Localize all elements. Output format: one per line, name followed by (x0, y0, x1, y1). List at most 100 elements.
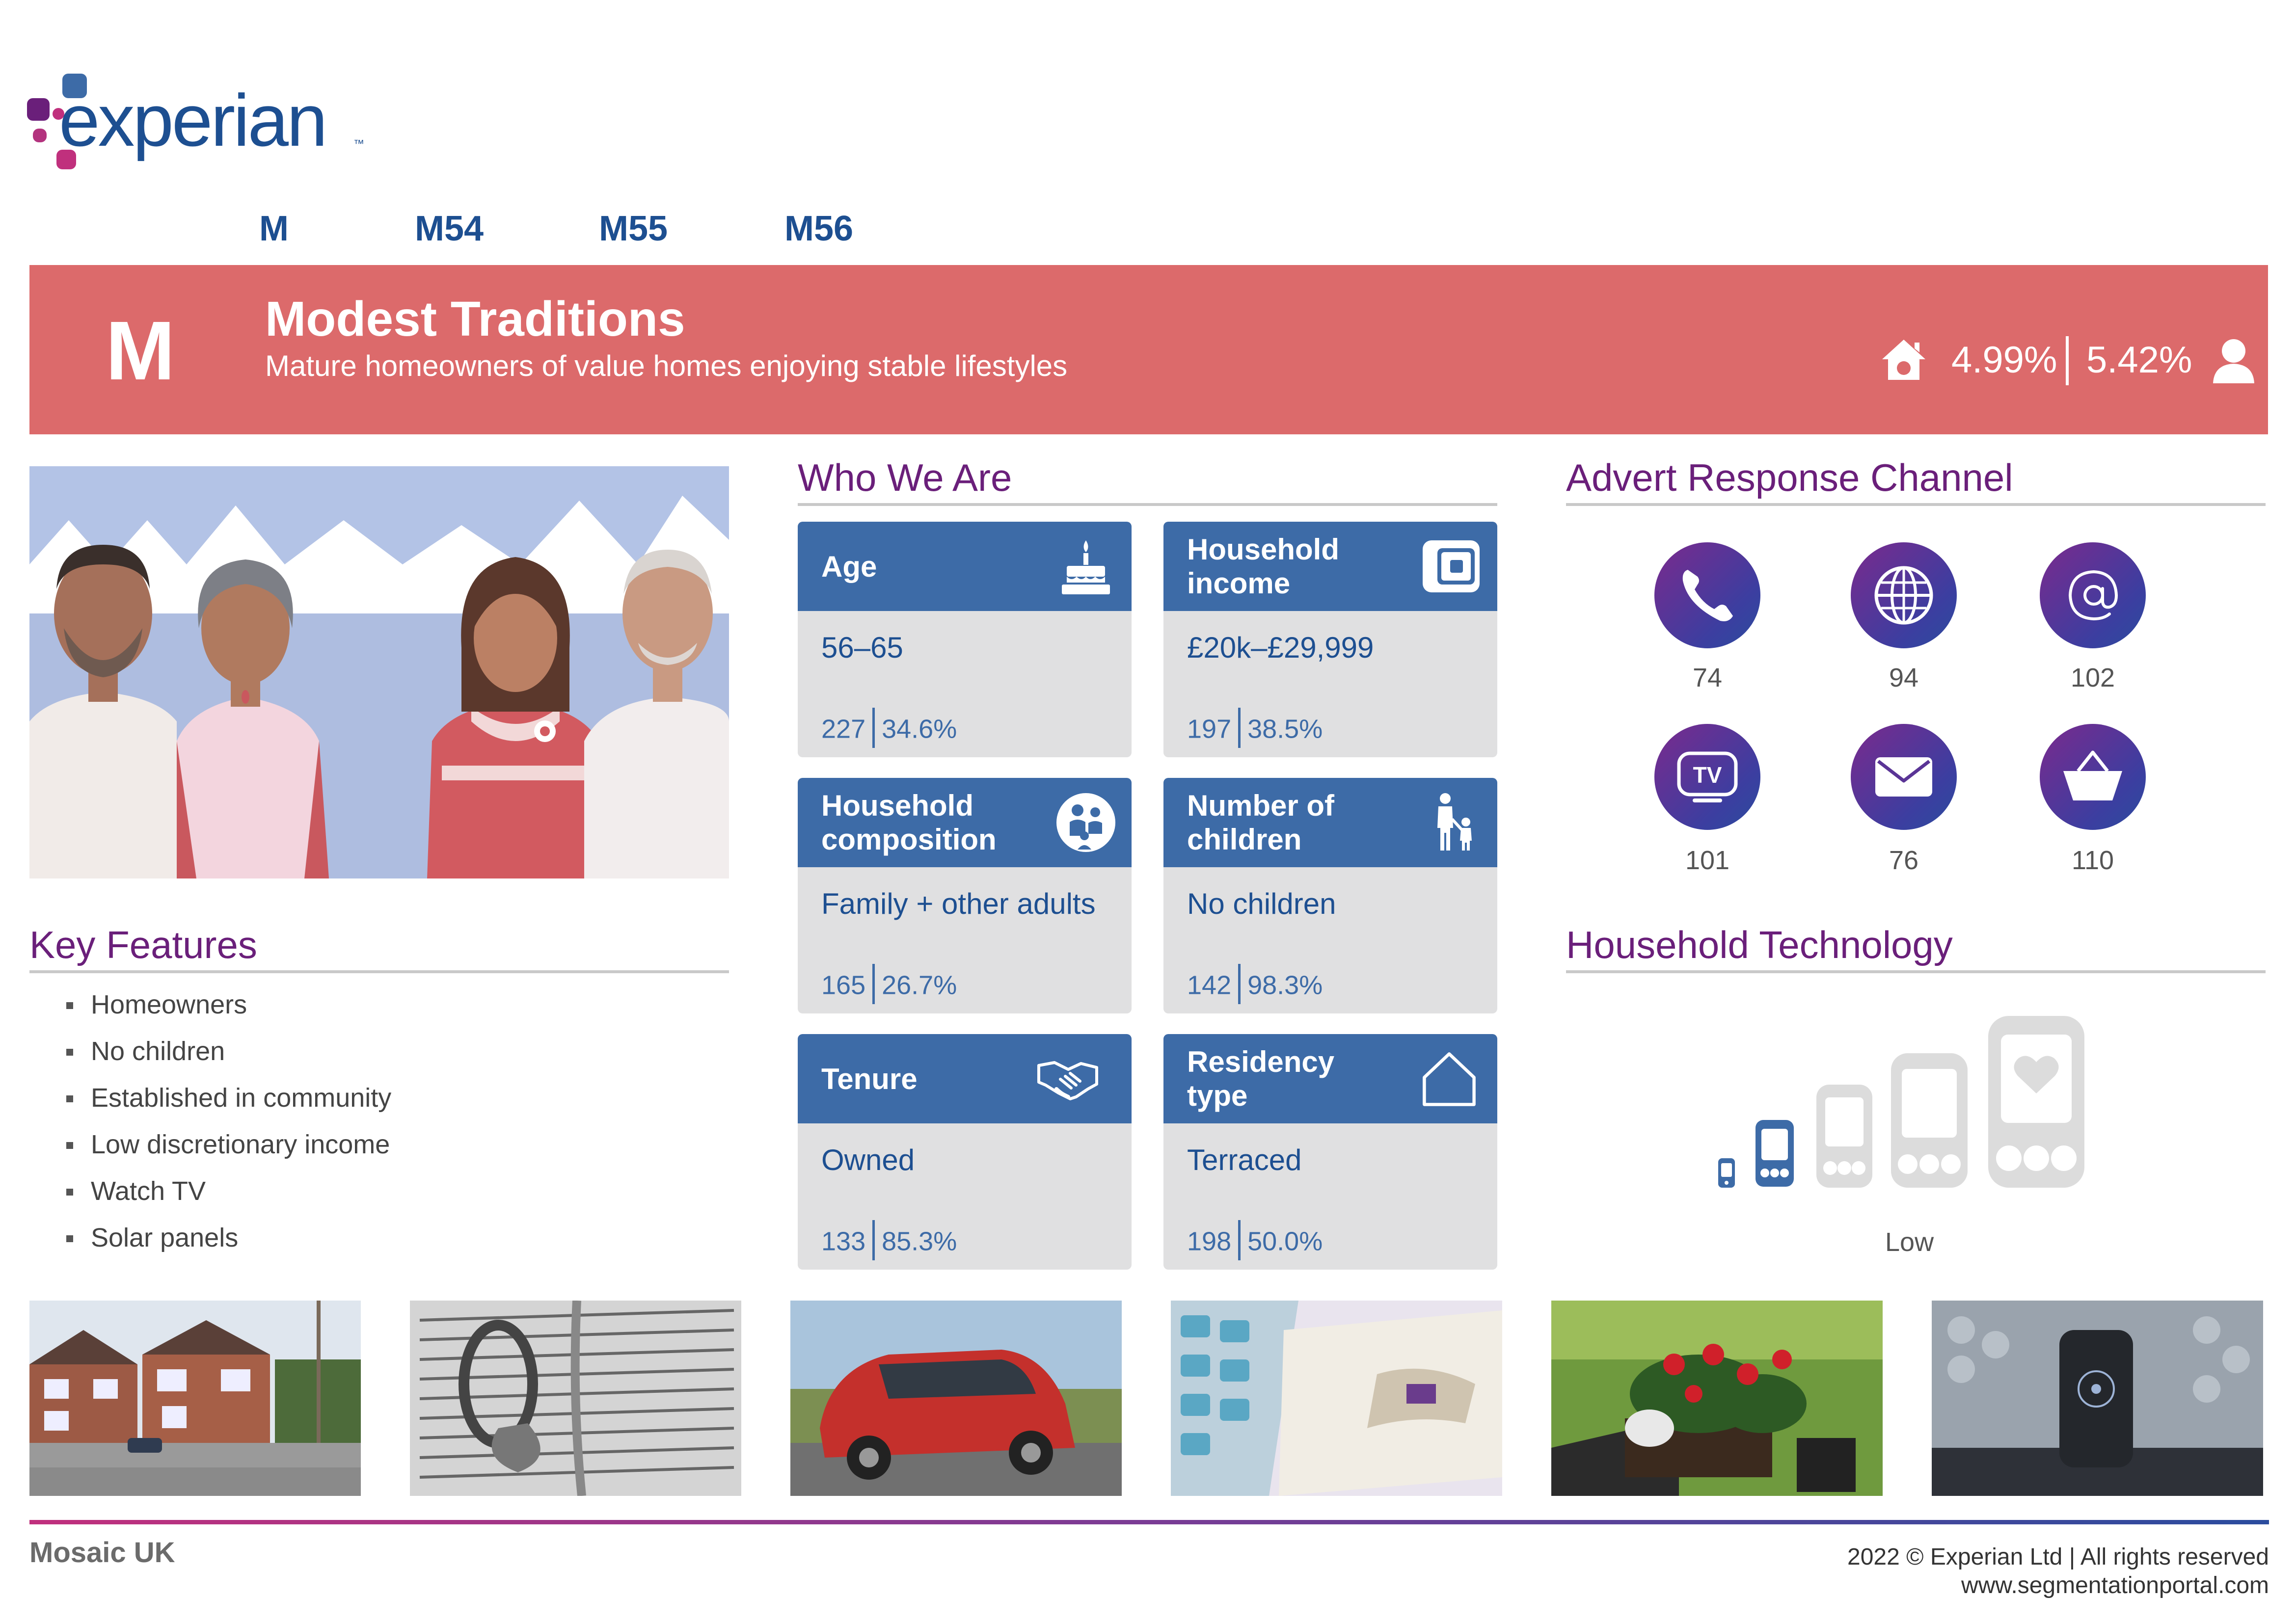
percent-value: 26.7% (882, 970, 957, 1000)
person-icon (2213, 339, 2254, 383)
card-stats: 227 34.6% (821, 708, 957, 751)
group-banner: M Modest Traditions Mature homeowners of… (29, 265, 2268, 434)
bible-rings-photo (410, 1301, 741, 1496)
footer-divider (29, 1520, 2269, 1524)
key-features-heading: Key Features (29, 923, 257, 966)
street-photo (29, 1301, 361, 1496)
group-letter: M (106, 304, 175, 398)
card-stats: 198 50.0% (1187, 1220, 1323, 1263)
list-item: No children (29, 1028, 717, 1075)
card-tenure: Tenure Owned 133 85.3% (798, 1034, 1132, 1270)
channel-email (2040, 542, 2146, 648)
index-value: 227 (821, 714, 866, 744)
card-header: Household income (1163, 522, 1497, 611)
advert-channel-divider (1566, 503, 2266, 506)
card-household-income: Household income £20k–£29,999 197 38.5% (1163, 522, 1497, 757)
card-label: Tenure (821, 1062, 918, 1095)
group-title: Modest Traditions (265, 292, 685, 346)
channel-value: 101 (1685, 846, 1730, 875)
nav-item-m[interactable]: M (259, 209, 289, 249)
tv-icon: TV (1677, 751, 1738, 802)
index-value: 198 (1187, 1226, 1232, 1256)
technology-level-label: Low (1885, 1227, 1934, 1257)
card-header: Age (798, 522, 1132, 611)
card-label: Residency type (1187, 1045, 1335, 1112)
list-item: Low discretionary income (29, 1121, 717, 1168)
red-car-photo (790, 1301, 1122, 1496)
phone-icon (1682, 570, 1733, 621)
card-stats: 197 38.5% (1187, 708, 1323, 751)
footer-website-link[interactable]: www.segmentationportal.com (1961, 1572, 2269, 1599)
experian-logo: experian ™ (27, 74, 371, 186)
channel-phone (1654, 542, 1760, 648)
nav-item-m54[interactable]: M54 (415, 209, 484, 249)
adult-child-icon (1437, 793, 1472, 851)
channel-shopping (2040, 724, 2146, 830)
channel-value: 110 (2071, 846, 2114, 875)
list-item: Solar panels (29, 1215, 717, 1261)
card-label: Number of children (1187, 789, 1334, 856)
channel-mail (1851, 724, 1957, 830)
index-value: 197 (1187, 714, 1232, 744)
index-value: 142 (1187, 970, 1232, 1000)
advert-channel-heading: Advert Response Channel (1566, 456, 2013, 499)
channel-value: 94 (1889, 663, 1919, 692)
device-level-4 (1891, 1053, 1968, 1188)
percent-value: 38.5% (1247, 714, 1323, 744)
svg-text:TV: TV (1693, 762, 1722, 788)
device-level-1 (1718, 1158, 1735, 1188)
list-item: Homeowners (29, 982, 717, 1028)
key-features-list: Homeowners No children Established in co… (29, 982, 717, 1261)
card-label: Household composition (821, 789, 997, 856)
card-value: Terraced (1187, 1144, 1302, 1176)
gardening-photo (1551, 1301, 1883, 1496)
at-sign-icon (2068, 570, 2118, 621)
card-value: 56–65 (821, 631, 903, 664)
percent-value: 50.0% (1247, 1226, 1323, 1256)
card-number-of-children: Number of children No children 142 98.3% (1163, 778, 1497, 1013)
globe-icon (1874, 566, 1933, 625)
calculator-money-photo (1171, 1301, 1502, 1496)
card-label: Household income (1187, 533, 1339, 600)
card-header: Household composition (798, 778, 1132, 867)
technology-level-meter (1718, 1016, 2084, 1188)
card-header: Number of children (1163, 778, 1497, 867)
list-item: Watch TV (29, 1168, 717, 1215)
card-residency-type: Residency type Terraced 198 50.0% (1163, 1034, 1497, 1270)
footer-brand: Mosaic UK (29, 1537, 175, 1569)
card-value: Owned (821, 1144, 915, 1176)
percent-value: 98.3% (1247, 970, 1323, 1000)
who-we-are-heading: Who We Are (798, 456, 1012, 499)
card-age: Age 56–65 227 34.6% (798, 522, 1132, 757)
group-illustration (29, 466, 729, 878)
wallet-icon (1423, 540, 1480, 592)
device-level-2 (1756, 1120, 1794, 1187)
card-stats: 165 26.7% (821, 964, 957, 1007)
who-we-are-divider (798, 503, 1497, 506)
card-value: No children (1187, 887, 1336, 920)
house-icon (1882, 340, 1925, 380)
card-header: Tenure (798, 1034, 1132, 1123)
household-technology-heading: Household Technology (1566, 923, 1953, 966)
channel-web (1851, 542, 1957, 648)
card-stats: 133 85.3% (821, 1220, 957, 1263)
handshake-icon (1037, 1061, 1098, 1100)
card-stats: 142 98.3% (1187, 964, 1323, 1007)
card-value: Family + other adults (821, 887, 1096, 920)
logo-wordmark: experian (59, 79, 327, 161)
percent-value: 34.6% (882, 714, 957, 744)
card-household-composition: Household composition Family + other adu… (798, 778, 1132, 1013)
envelope-icon (1875, 757, 1932, 797)
logo-trademark: ™ (353, 137, 364, 150)
card-header: Residency type (1163, 1034, 1497, 1123)
shopping-basket-icon (2063, 750, 2122, 800)
percent-value: 85.3% (882, 1226, 957, 1256)
smart-speaker-photo (1932, 1301, 2263, 1496)
nav-item-m55[interactable]: M55 (599, 209, 668, 249)
card-label: Age (821, 550, 877, 583)
card-value: £20k–£29,999 (1187, 631, 1374, 664)
nav-item-m56[interactable]: M56 (784, 209, 853, 249)
index-value: 133 (821, 1226, 866, 1256)
key-features-divider (29, 970, 729, 973)
birthday-cake-icon (1062, 540, 1110, 594)
